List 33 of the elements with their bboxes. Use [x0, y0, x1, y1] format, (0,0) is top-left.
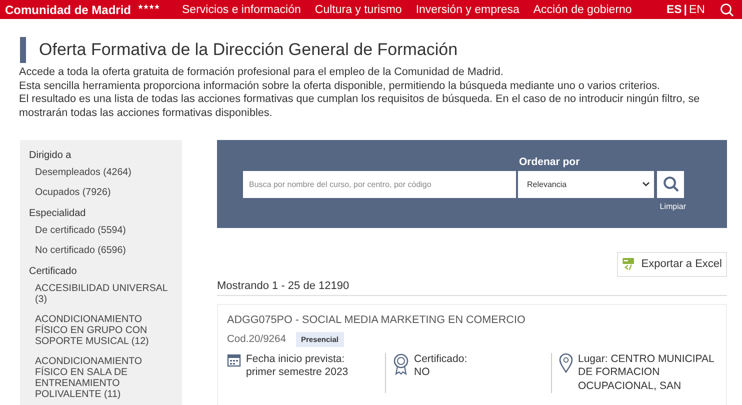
brand-logo[interactable]: Comunidad de Madrid	[5, 2, 131, 16]
filter-item[interactable]: ACONDICIONAMIENTO FÍSICO EN SALA DE ENTRENAMIENTO POLIVALENTE (11)	[29, 356, 182, 400]
course-code: Cod.20/9264	[227, 334, 286, 345]
nav-link[interactable]: Acción de gobierno	[533, 4, 632, 16]
filter-group-title: Certificado	[29, 266, 78, 277]
filter-group-title: Dirigido a	[29, 150, 72, 161]
intro-text: Esta sencilla herramienta proporciona información sobre la oferta disponible, permitiendo la búsqueda mediante uno o varios criterios.	[19, 80, 661, 94]
fact-text: Fecha inicio prevista: primer semestre 2023	[246, 352, 348, 380]
sort-select[interactable]: Relevancia	[518, 170, 654, 198]
filter-item[interactable]: De certificado (5594)	[29, 224, 182, 236]
page-title: Oferta Formativa de la Dirección General de Formación	[39, 40, 458, 60]
filter-item[interactable]: Ocupados (7926)	[29, 186, 182, 198]
filter-item[interactable]: No certificado (6596)	[29, 244, 182, 256]
export-excel-button[interactable]: Exportar a Excel	[617, 252, 727, 277]
intro-text: Accede a toda la oferta gratuita de formación profesional para el empleo de la Comunidad de Madrid.	[19, 66, 504, 80]
nav-link[interactable]: Inversión y empresa	[416, 4, 520, 16]
results-count: Mostrando 1 - 25 de 12190	[217, 280, 727, 296]
intro-text: El resultado es una lista de todas las acciones formativas que cumplan los requisitos de búsqueda. En el caso de no introducir ningún filtro, se mostrarán todas las acciones formativas disponibles.	[19, 93, 701, 121]
filter-group-title: Especialidad	[29, 208, 87, 219]
search-field[interactable]: Busca por nombre del curso, por centro, por código	[243, 170, 516, 198]
language-separator: |	[684, 4, 688, 16]
course-title[interactable]: ADGG075PO - SOCIAL MEDIA MARKETING EN COMERCIO	[227, 314, 717, 326]
nav-link[interactable]: Cultura y turismo	[314, 4, 402, 16]
sort-label: Ordenar por	[519, 156, 581, 168]
filter-item[interactable]: ACONDICIONAMIENTO FÍSICO EN GRUPO CON SOPORTE MUSICAL (12)	[29, 314, 182, 347]
fact-text: Certificado: NO	[414, 352, 468, 380]
language-link[interactable]: EN	[689, 4, 705, 16]
fact-text: Lugar: CENTRO MUNICIPAL DE FORMACION OCUPACIONAL, SAN	[578, 352, 715, 394]
clear-link[interactable]: Limpiar	[660, 202, 686, 211]
filter-item[interactable]: Desempleados (4264)	[29, 166, 182, 178]
filter-item[interactable]: ACCESIBILIDAD UNIVERSAL (3)	[29, 282, 182, 305]
nav-link[interactable]: Servicios e información	[182, 4, 301, 16]
language-link[interactable]: ES	[666, 4, 682, 16]
